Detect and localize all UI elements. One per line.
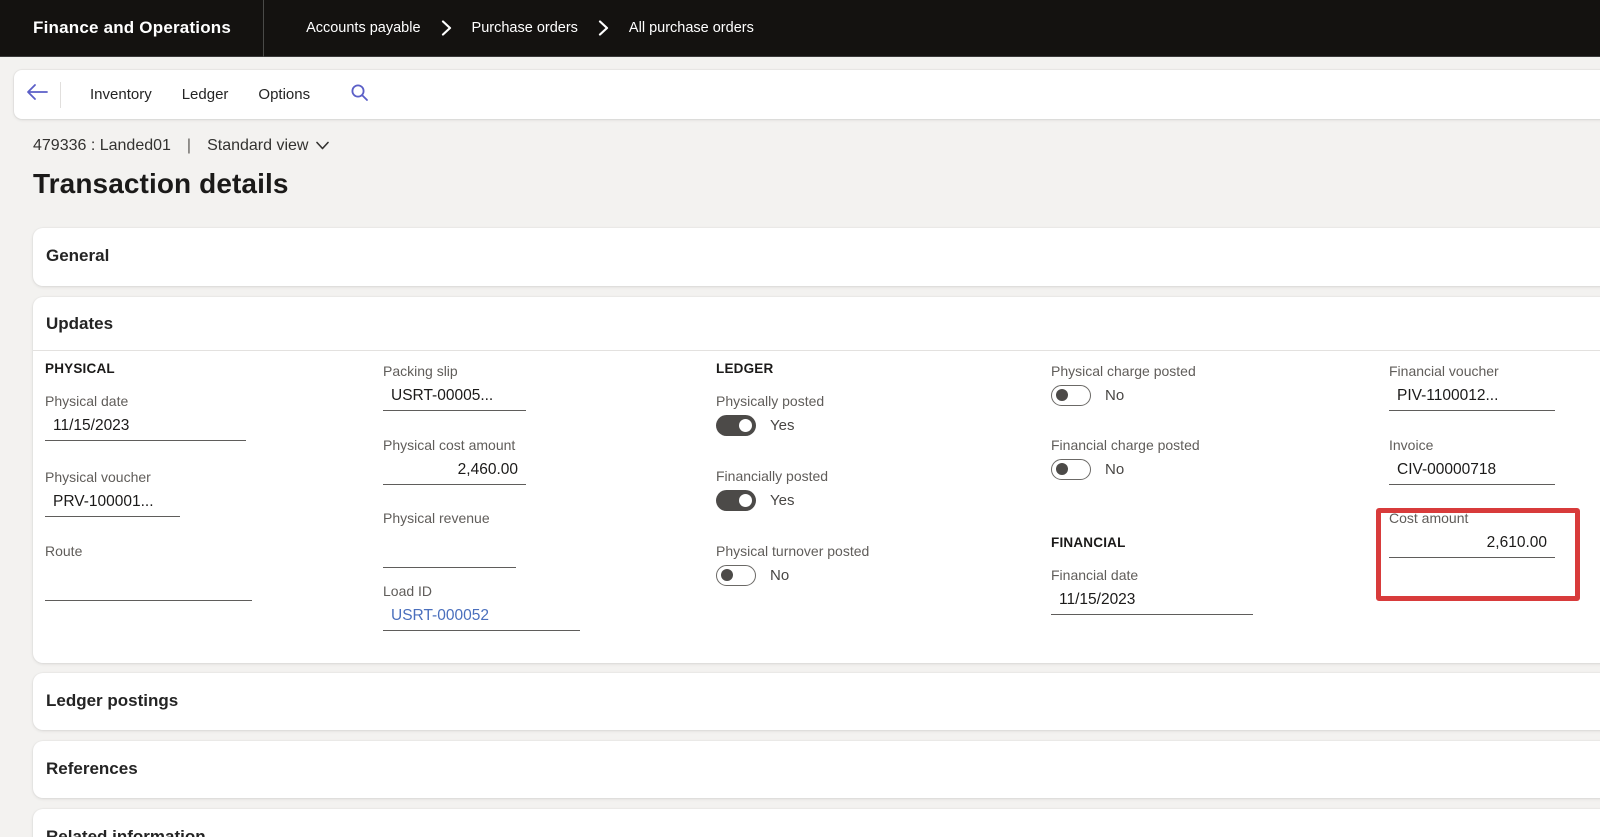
toggle-knob	[739, 419, 752, 432]
field-route: Route	[45, 543, 252, 601]
financial-charge-posted-toggle[interactable]	[1051, 459, 1091, 480]
field-label: Financial voucher	[1389, 363, 1555, 379]
view-selector-label: Standard view	[207, 137, 308, 155]
field-financial-charge-posted: Financial charge posted No	[1051, 437, 1200, 480]
section-related-information: Related information	[33, 809, 1600, 837]
field-physical-turnover-posted: Physical turnover posted No	[716, 543, 869, 586]
page-title: Transaction details	[33, 168, 289, 200]
physical-voucher-input[interactable]: PRV-100001...	[45, 489, 180, 517]
physically-posted-toggle[interactable]	[716, 415, 756, 436]
financially-posted-toggle[interactable]	[716, 490, 756, 511]
field-physically-posted: Physically posted Yes	[716, 393, 824, 436]
group-header-ledger: LEDGER	[716, 361, 773, 376]
topbar-divider	[263, 0, 264, 57]
field-label: Physically posted	[716, 393, 824, 409]
search-button[interactable]	[337, 70, 381, 119]
field-label: Route	[45, 543, 252, 559]
field-label: Invoice	[1389, 437, 1555, 453]
toggle-knob	[1056, 389, 1068, 401]
section-related-information-header[interactable]: Related information	[33, 809, 1600, 837]
field-financial-voucher: Financial voucher PIV-1100012...	[1389, 363, 1555, 411]
toggle-knob	[739, 494, 752, 507]
toolbar-divider	[60, 82, 61, 108]
field-cost-amount: Cost amount 2,610.00	[1389, 510, 1555, 558]
field-label: Packing slip	[383, 363, 526, 379]
physical-turnover-posted-toggle[interactable]	[716, 565, 756, 586]
section-ledger-postings-header[interactable]: Ledger postings	[33, 673, 1600, 729]
physical-cost-amount-input[interactable]: 2,460.00	[383, 457, 526, 485]
field-packing-slip: Packing slip USRT-00005...	[383, 363, 526, 411]
physical-date-input[interactable]: 11/15/2023	[45, 413, 246, 441]
invoice-input[interactable]: CIV-00000718	[1389, 457, 1555, 485]
toggle-state-label: No	[1105, 461, 1124, 478]
section-general: General	[33, 228, 1600, 286]
toggle-state-label: No	[770, 567, 789, 584]
financial-date-input[interactable]: 11/15/2023	[1051, 587, 1253, 615]
field-physical-revenue: Physical revenue	[383, 510, 516, 568]
back-button[interactable]	[14, 70, 60, 119]
breadcrumb-chevron-icon	[441, 20, 452, 36]
physical-charge-posted-toggle[interactable]	[1051, 385, 1091, 406]
record-id: 479336 : Landed01	[33, 137, 171, 155]
record-separator: |	[187, 137, 191, 155]
menu-ledger[interactable]: Ledger	[167, 70, 244, 119]
breadcrumb-item-all-purchase-orders[interactable]: All purchase orders	[629, 20, 754, 36]
field-load-id: Load ID USRT-000052	[383, 583, 580, 631]
field-financially-posted: Financially posted Yes	[716, 468, 828, 511]
menu-inventory[interactable]: Inventory	[75, 70, 167, 119]
breadcrumb: Accounts payable Purchase orders All pur…	[306, 20, 754, 36]
view-selector[interactable]: Standard view	[207, 137, 329, 155]
breadcrumb-chevron-icon	[598, 20, 609, 36]
field-physical-voucher: Physical voucher PRV-100001...	[45, 469, 180, 517]
field-physical-cost-amount: Physical cost amount 2,460.00	[383, 437, 526, 485]
route-input[interactable]	[45, 573, 252, 601]
toggle-state-label: Yes	[770, 417, 794, 434]
field-label: Physical date	[45, 393, 246, 409]
field-invoice: Invoice CIV-00000718	[1389, 437, 1555, 485]
menu-options[interactable]: Options	[243, 70, 325, 119]
group-header-financial: FINANCIAL	[1051, 535, 1126, 550]
section-ledger-postings: Ledger postings	[33, 673, 1600, 730]
section-general-header[interactable]: General	[33, 228, 1600, 284]
chevron-down-icon	[316, 137, 329, 155]
field-label: Physical revenue	[383, 510, 516, 526]
back-arrow-icon	[25, 83, 49, 106]
field-label: Physical charge posted	[1051, 363, 1196, 379]
section-references-header[interactable]: References	[33, 741, 1600, 797]
search-icon	[350, 83, 369, 107]
field-physical-charge-posted: Physical charge posted No	[1051, 363, 1196, 406]
field-label: Financially posted	[716, 468, 828, 484]
field-physical-date: Physical date 11/15/2023	[45, 393, 246, 441]
top-navigation-bar: Finance and Operations Accounts payable …	[0, 0, 1600, 57]
breadcrumb-item-accounts-payable[interactable]: Accounts payable	[306, 20, 420, 36]
field-label: Physical turnover posted	[716, 543, 869, 559]
field-label: Cost amount	[1389, 510, 1555, 526]
toggle-state-label: Yes	[770, 492, 794, 509]
app-window: Finance and Operations Accounts payable …	[0, 0, 1600, 837]
section-updates: Updates PHYSICAL Physical date 11/15/202…	[33, 297, 1600, 663]
load-id-link[interactable]: USRT-000052	[383, 603, 580, 631]
app-title: Finance and Operations	[0, 18, 231, 38]
physical-revenue-input[interactable]	[383, 540, 516, 568]
group-header-physical: PHYSICAL	[45, 361, 115, 376]
financial-voucher-input[interactable]: PIV-1100012...	[1389, 383, 1555, 411]
action-toolbar: Inventory Ledger Options	[14, 70, 1600, 119]
section-references: References	[33, 741, 1600, 798]
breadcrumb-item-purchase-orders[interactable]: Purchase orders	[472, 20, 578, 36]
section-updates-header[interactable]: Updates	[33, 297, 1600, 351]
packing-slip-input[interactable]: USRT-00005...	[383, 383, 526, 411]
cost-amount-input[interactable]: 2,610.00	[1389, 530, 1555, 558]
toggle-knob	[1056, 463, 1068, 475]
field-label: Physical cost amount	[383, 437, 526, 453]
field-label: Financial date	[1051, 567, 1253, 583]
record-header: 479336 : Landed01 | Standard view	[33, 137, 329, 155]
toggle-knob	[721, 569, 733, 581]
field-label: Physical voucher	[45, 469, 180, 485]
field-label: Load ID	[383, 583, 580, 599]
field-financial-date: Financial date 11/15/2023	[1051, 567, 1253, 615]
toggle-state-label: No	[1105, 387, 1124, 404]
field-label: Financial charge posted	[1051, 437, 1200, 453]
